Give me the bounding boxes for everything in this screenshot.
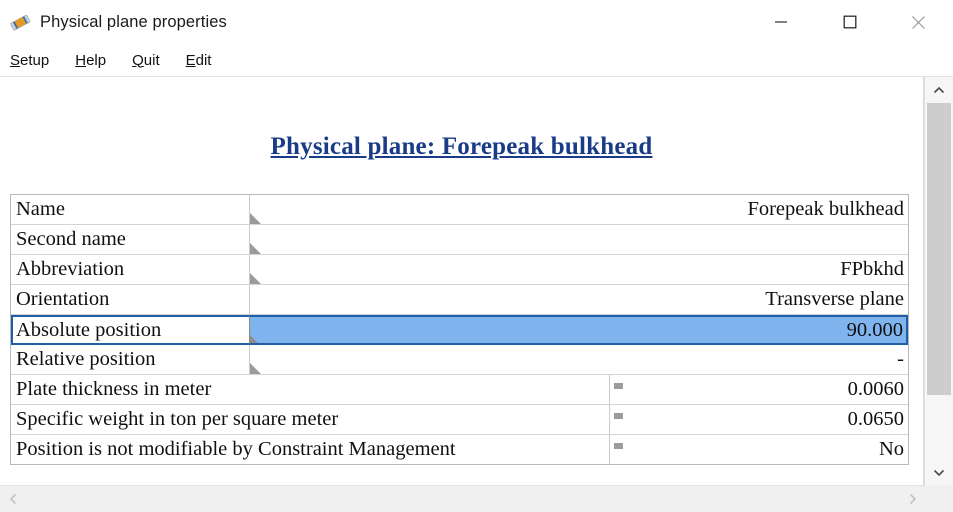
scroll-left-arrow[interactable] <box>0 493 26 505</box>
horizontal-scrollbar[interactable] <box>0 485 925 512</box>
row-label: Relative position <box>11 345 249 374</box>
column-resize-grip-icon[interactable] <box>250 334 260 343</box>
horizontal-scroll-track[interactable] <box>26 486 899 512</box>
table-row[interactable]: Orientation Transverse plane <box>11 285 908 315</box>
client-area: Physical plane: Forepeak bulkhead Name Fo… <box>0 77 953 485</box>
scroll-down-arrow[interactable] <box>925 459 953 485</box>
vertical-scrollbar[interactable] <box>924 77 953 485</box>
row-label: Specific weight in ton per square meter <box>11 405 609 434</box>
scrollbar-corner <box>925 485 953 512</box>
menu-accel-quit: Q <box>132 51 144 69</box>
row-label: Name <box>11 195 249 224</box>
application-window: Physical plane properties Setup Help Qui… <box>0 0 953 512</box>
column-resize-grip-icon[interactable] <box>250 243 261 254</box>
scroll-up-arrow[interactable] <box>925 77 953 103</box>
row-label: Position is not modifiable by Constraint… <box>11 435 609 464</box>
menu-bar: Setup Help Quit Edit <box>0 44 953 77</box>
close-button[interactable] <box>884 0 953 44</box>
column-marker-icon[interactable] <box>614 383 623 389</box>
window-title: Physical plane properties <box>40 12 227 31</box>
row-label: Plate thickness in meter <box>11 375 609 404</box>
row-label: Abbreviation <box>11 255 249 284</box>
menu-label-help: elp <box>86 51 107 69</box>
menu-accel-edit: E <box>185 51 196 69</box>
row-label: Second name <box>11 225 249 254</box>
minimize-button[interactable] <box>746 0 815 44</box>
menu-item-quit[interactable]: Quit <box>132 50 170 71</box>
row-value[interactable]: 0.0060 <box>609 375 908 404</box>
table-row[interactable]: Plate thickness in meter 0.0060 <box>11 375 908 405</box>
bottom-strip <box>0 485 953 512</box>
row-label: Absolute position <box>11 315 249 345</box>
table-row[interactable]: Second name <box>11 225 908 255</box>
column-resize-grip-icon[interactable] <box>250 213 261 224</box>
table-row[interactable]: Abbreviation FPbkhd <box>11 255 908 285</box>
row-value[interactable]: FPbkhd <box>249 255 908 284</box>
menu-accel-help: H <box>75 51 87 69</box>
vertical-scroll-track[interactable] <box>925 103 953 459</box>
table-row[interactable]: Absolute position 90.000 <box>11 315 908 345</box>
table-row[interactable]: Name Forepeak bulkhead <box>11 195 908 225</box>
maximize-button[interactable] <box>815 0 884 44</box>
column-resize-grip-icon[interactable] <box>250 363 261 374</box>
row-value[interactable]: No <box>609 435 908 464</box>
row-value[interactable]: 90.000 <box>249 315 908 345</box>
column-marker-icon[interactable] <box>614 413 623 419</box>
row-value[interactable]: - <box>249 345 908 374</box>
table-row[interactable]: Specific weight in ton per square meter 0… <box>11 405 908 435</box>
table-row[interactable]: Relative position - <box>11 345 908 375</box>
page-title: Physical plane: Forepeak bulkhead <box>270 133 653 160</box>
properties-table: Name Forepeak bulkhead Second name Abbrevia… <box>10 194 909 465</box>
content-scroll-region: Physical plane: Forepeak bulkhead Name Fo… <box>0 77 923 485</box>
window-controls <box>746 0 953 44</box>
menu-item-edit[interactable]: Edit <box>186 50 222 71</box>
row-value[interactable]: Forepeak bulkhead <box>249 195 908 224</box>
column-resize-grip-icon[interactable] <box>250 273 261 284</box>
row-value[interactable] <box>249 225 908 254</box>
menu-label-quit: uit <box>143 51 160 69</box>
row-value[interactable]: 0.0650 <box>609 405 908 434</box>
vertical-scroll-thumb[interactable] <box>927 103 951 395</box>
roller-brush-icon <box>8 9 34 35</box>
row-label: Orientation <box>11 285 249 314</box>
row-value[interactable]: Transverse plane <box>249 285 908 314</box>
menu-item-setup[interactable]: Setup <box>10 50 59 71</box>
table-row[interactable]: Position is not modifiable by Constraint… <box>11 435 908 465</box>
column-marker-icon[interactable] <box>614 443 623 449</box>
scroll-right-arrow[interactable] <box>899 493 925 505</box>
content-pane: Physical plane: Forepeak bulkhead Name Fo… <box>0 77 924 485</box>
menu-label-setup: etup <box>20 51 50 69</box>
menu-item-help[interactable]: Help <box>75 50 116 71</box>
title-bar: Physical plane properties <box>0 0 953 44</box>
menu-accel-setup: S <box>10 51 21 69</box>
menu-label-edit: dit <box>195 51 212 69</box>
